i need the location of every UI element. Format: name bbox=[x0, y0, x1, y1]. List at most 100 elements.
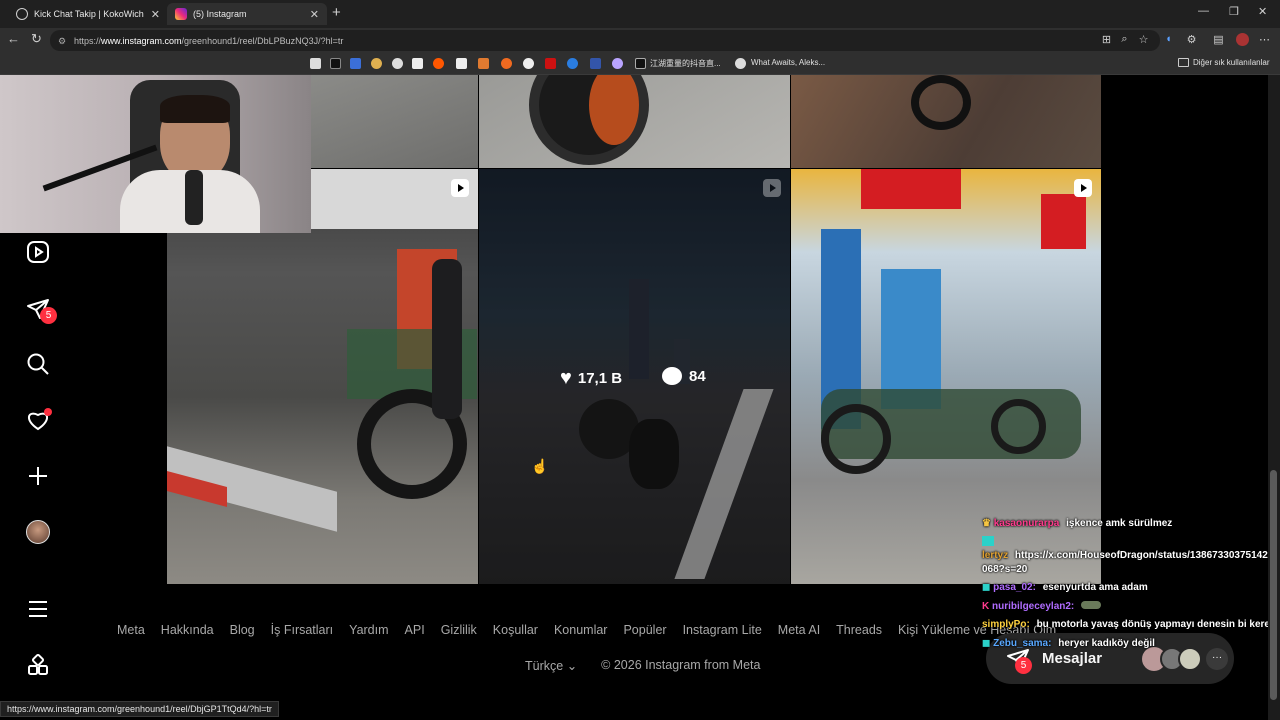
profile-avatar[interactable] bbox=[24, 518, 52, 546]
bookmark-icon[interactable] bbox=[523, 58, 534, 69]
bookmark-icon[interactable] bbox=[412, 58, 423, 69]
language-label: Türkçe bbox=[525, 659, 564, 673]
app-available-icon[interactable]: ⊞ bbox=[1100, 33, 1113, 46]
bookmark-icon[interactable] bbox=[567, 58, 578, 69]
messages-label: Mesajlar bbox=[1042, 650, 1103, 667]
footer-link[interactable]: Blog bbox=[230, 623, 255, 637]
chat-text: işkence amk sürülmez bbox=[1066, 518, 1173, 529]
bookmark-icon[interactable] bbox=[501, 58, 512, 69]
read-aloud-icon[interactable]: ◖ bbox=[1162, 33, 1175, 46]
scrollbar-thumb[interactable] bbox=[1270, 470, 1277, 700]
chat-text: bu motorla yavaş dönüş yapmayı denesin b… bbox=[1036, 619, 1280, 630]
chat-message: ◼ Zebu_sama: heryer kadıköy değil bbox=[982, 638, 1155, 649]
messages-badge: 5 bbox=[40, 307, 57, 324]
footer-link[interactable]: Yardım bbox=[349, 623, 388, 637]
tab-title: (5) Instagram bbox=[193, 9, 247, 19]
footer-link[interactable]: Konumlar bbox=[554, 623, 608, 637]
apps-icon[interactable] bbox=[24, 651, 52, 679]
bookmark-icon[interactable] bbox=[545, 58, 556, 69]
microphone bbox=[185, 170, 203, 225]
close-icon[interactable]: ✕ bbox=[151, 8, 160, 21]
post-tile[interactable] bbox=[479, 75, 790, 168]
profile-avatar[interactable] bbox=[1236, 33, 1249, 46]
notifications-icon[interactable] bbox=[24, 406, 52, 434]
emote-icon bbox=[982, 536, 994, 546]
zoom-icon[interactable]: ⌕ bbox=[1118, 33, 1131, 46]
bookmark-icon[interactable] bbox=[371, 58, 382, 69]
comments-stat: 84 bbox=[662, 367, 706, 385]
search-icon[interactable] bbox=[24, 350, 52, 378]
chat-message-continued: 068?s=20 bbox=[982, 564, 1028, 575]
url-prefix: https:// bbox=[74, 35, 102, 46]
motorcycle-wheel bbox=[821, 404, 891, 474]
tab-instagram[interactable]: (5) Instagram ✕ bbox=[167, 3, 327, 25]
bookmark-icon[interactable] bbox=[612, 58, 623, 69]
post-tile[interactable] bbox=[311, 75, 478, 168]
ultra-sign bbox=[861, 169, 961, 209]
bookmark-icon[interactable] bbox=[350, 58, 361, 69]
url-input[interactable]: ⚙ https:// www.instagram.com /greenhound… bbox=[50, 30, 1160, 51]
footer-link[interactable]: Popüler bbox=[623, 623, 666, 637]
x-icon[interactable] bbox=[330, 58, 341, 69]
comments-count: 84 bbox=[689, 367, 706, 385]
reload-icon[interactable]: ↻ bbox=[31, 31, 42, 47]
badge-icon: ◼ bbox=[982, 582, 991, 593]
footer-link[interactable]: İş Fırsatları bbox=[271, 623, 334, 637]
instagram-icon bbox=[175, 8, 187, 20]
url-host: www.instagram.com bbox=[101, 35, 182, 46]
tab-kick-chat[interactable]: Kick Chat Takip | KokoWich ✕ bbox=[8, 3, 168, 25]
chat-username: Zebu_sama: bbox=[993, 638, 1052, 649]
footer-link[interactable]: Meta AI bbox=[778, 623, 820, 637]
more-icon: ··· bbox=[1206, 647, 1229, 670]
minimize-icon[interactable]: — bbox=[1198, 5, 1209, 17]
footer-link[interactable]: Hakkında bbox=[161, 623, 214, 637]
mouse-cursor-icon: ☝ bbox=[531, 458, 549, 474]
footer-link[interactable]: Instagram Lite bbox=[683, 623, 762, 637]
chat-username: nuribilgeceylan2: bbox=[992, 601, 1075, 612]
tiktok-icon[interactable] bbox=[635, 58, 646, 69]
extensions-icon[interactable]: ⚙ bbox=[1185, 33, 1198, 46]
bookmark-label[interactable]: What Awaits, Aleks... bbox=[751, 58, 825, 67]
post-tile-hovered[interactable] bbox=[479, 169, 790, 584]
new-tab-button[interactable]: + bbox=[332, 4, 341, 21]
messages-icon[interactable]: 5 bbox=[24, 295, 57, 324]
reddit-icon[interactable] bbox=[433, 58, 444, 69]
settings-menu-icon[interactable]: ⋯ bbox=[1258, 33, 1271, 46]
bookmark-icon[interactable] bbox=[478, 58, 489, 69]
motorcycle-wheel bbox=[991, 399, 1046, 454]
collections-icon[interactable]: ▤ bbox=[1212, 33, 1225, 46]
footer-link[interactable]: Gizlilik bbox=[441, 623, 477, 637]
patreon-icon[interactable] bbox=[456, 58, 467, 69]
back-icon[interactable]: ← bbox=[7, 31, 20, 46]
site-info-icon[interactable]: ⚙ bbox=[58, 36, 68, 46]
footer-bottom: Türkçe ⌄ © 2026 Instagram from Meta bbox=[525, 658, 760, 673]
favorite-star-icon[interactable]: ☆ bbox=[1137, 33, 1150, 46]
bookmark-icon[interactable] bbox=[392, 58, 403, 69]
bookmark-icon[interactable] bbox=[590, 58, 601, 69]
folder-icon bbox=[1178, 58, 1189, 67]
footer-link[interactable]: Koşullar bbox=[493, 623, 538, 637]
close-icon[interactable]: ✕ bbox=[310, 8, 319, 21]
bookmark-icon[interactable] bbox=[310, 58, 321, 69]
steam-icon[interactable] bbox=[735, 58, 746, 69]
close-window-icon[interactable]: ✕ bbox=[1258, 5, 1267, 18]
footer-link[interactable]: API bbox=[405, 623, 425, 637]
bookmarks-folder[interactable]: Diğer sık kullanılanlar bbox=[1193, 58, 1269, 67]
chat-text: https://x.com/HouseofDragon/status/13867… bbox=[1014, 550, 1280, 561]
copyright: © 2026 Instagram from Meta bbox=[601, 658, 761, 672]
fuel-pump bbox=[881, 269, 941, 409]
maximize-icon[interactable]: ❐ bbox=[1229, 5, 1239, 18]
chat-message: K nuribilgeceylan2: bbox=[982, 601, 1102, 612]
footer-link[interactable]: Threads bbox=[836, 623, 882, 637]
likes-count: 17,1 B bbox=[577, 370, 623, 387]
messages-badge: 5 bbox=[1015, 656, 1032, 674]
create-icon[interactable] bbox=[24, 462, 52, 490]
menu-icon[interactable] bbox=[24, 595, 52, 623]
reels-icon[interactable] bbox=[24, 238, 52, 266]
language-select[interactable]: Türkçe ⌄ bbox=[525, 658, 577, 673]
man-standing bbox=[432, 259, 462, 419]
bookmark-label[interactable]: 江湖重量的抖音直... bbox=[650, 58, 721, 69]
footer-links: Meta Hakkında Blog İş Fırsatları Yardım … bbox=[117, 623, 1072, 637]
footer-link[interactable]: Meta bbox=[117, 623, 145, 637]
post-tile[interactable] bbox=[791, 75, 1101, 168]
